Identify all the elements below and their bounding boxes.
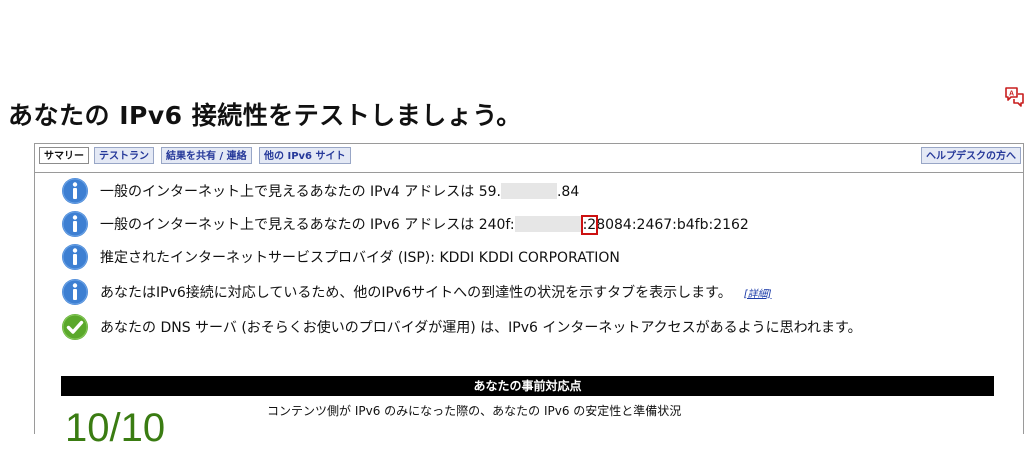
svg-text:A: A — [1009, 91, 1014, 98]
info-icon — [62, 211, 88, 237]
highlighted-segment: :2 — [580, 215, 599, 235]
details-link[interactable]: [詳細] — [744, 285, 772, 300]
tab-bar: サマリー テストラン 結果を共有 / 連絡 他の IPv6 サイト ヘルプデスク… — [35, 144, 1023, 173]
isp-text: 推定されたインターネットサービスプロバイダ (ISP): KDDI KDDI C… — [100, 250, 620, 266]
dns-text: あなたの DNS サーバ (おそらくお使いのプロバイダが運用) は、IPv6 イ… — [100, 320, 862, 336]
dual-stack-text: あなたはIPv6接続に対応しているため、他のIPv6サイトへの到達性の状況を示す… — [100, 285, 732, 301]
readiness-header: あなたの事前対応点 — [61, 376, 994, 396]
info-icon — [62, 279, 88, 305]
check-icon — [62, 314, 88, 340]
redacted-block — [500, 183, 557, 199]
ipv6-row: 一般のインターネット上で見えるあなたの IPv6 アドレスは 240f::280… — [61, 209, 749, 239]
translate-icon[interactable]: A — [1004, 86, 1024, 108]
tab-test-run[interactable]: テストラン — [94, 147, 154, 164]
dual-stack-row: あなたはIPv6接続に対応しているため、他のIPv6サイトへの到達性の状況を示す… — [61, 277, 772, 307]
info-icon — [62, 244, 88, 270]
page-title: あなたの IPv6 接続性をテストしましょう。 — [8, 101, 522, 130]
test-panel: サマリー テストラン 結果を共有 / 連絡 他の IPv6 サイト ヘルプデスク… — [34, 143, 1024, 450]
tab-share-results[interactable]: 結果を共有 / 連絡 — [161, 147, 252, 164]
tab-helpdesk[interactable]: ヘルプデスクの方へ — [921, 147, 1021, 164]
tab-other-ipv6-sites[interactable]: 他の IPv6 サイト — [259, 147, 351, 164]
readiness-description: コンテンツ側が IPv6 のみになった際の、あなたの IPv6 の安定性と準備状… — [267, 404, 682, 418]
ipv6-text: 一般のインターネット上で見えるあなたの IPv6 アドレスは 240f::280… — [100, 215, 749, 235]
ipv4-row: 一般のインターネット上で見えるあなたの IPv4 アドレスは 59. .84 — [61, 176, 579, 206]
readiness-score: 10/10 — [65, 406, 166, 450]
info-icon — [62, 178, 88, 204]
isp-row: 推定されたインターネットサービスプロバイダ (ISP): KDDI KDDI C… — [61, 242, 620, 272]
tab-summary[interactable]: サマリー — [39, 147, 89, 164]
ipv4-text: 一般のインターネット上で見えるあなたの IPv4 アドレスは 59. .84 — [100, 183, 580, 200]
redacted-block — [514, 216, 583, 232]
dns-row: あなたの DNS サーバ (おそらくお使いのプロバイダが運用) は、IPv6 イ… — [61, 312, 862, 342]
